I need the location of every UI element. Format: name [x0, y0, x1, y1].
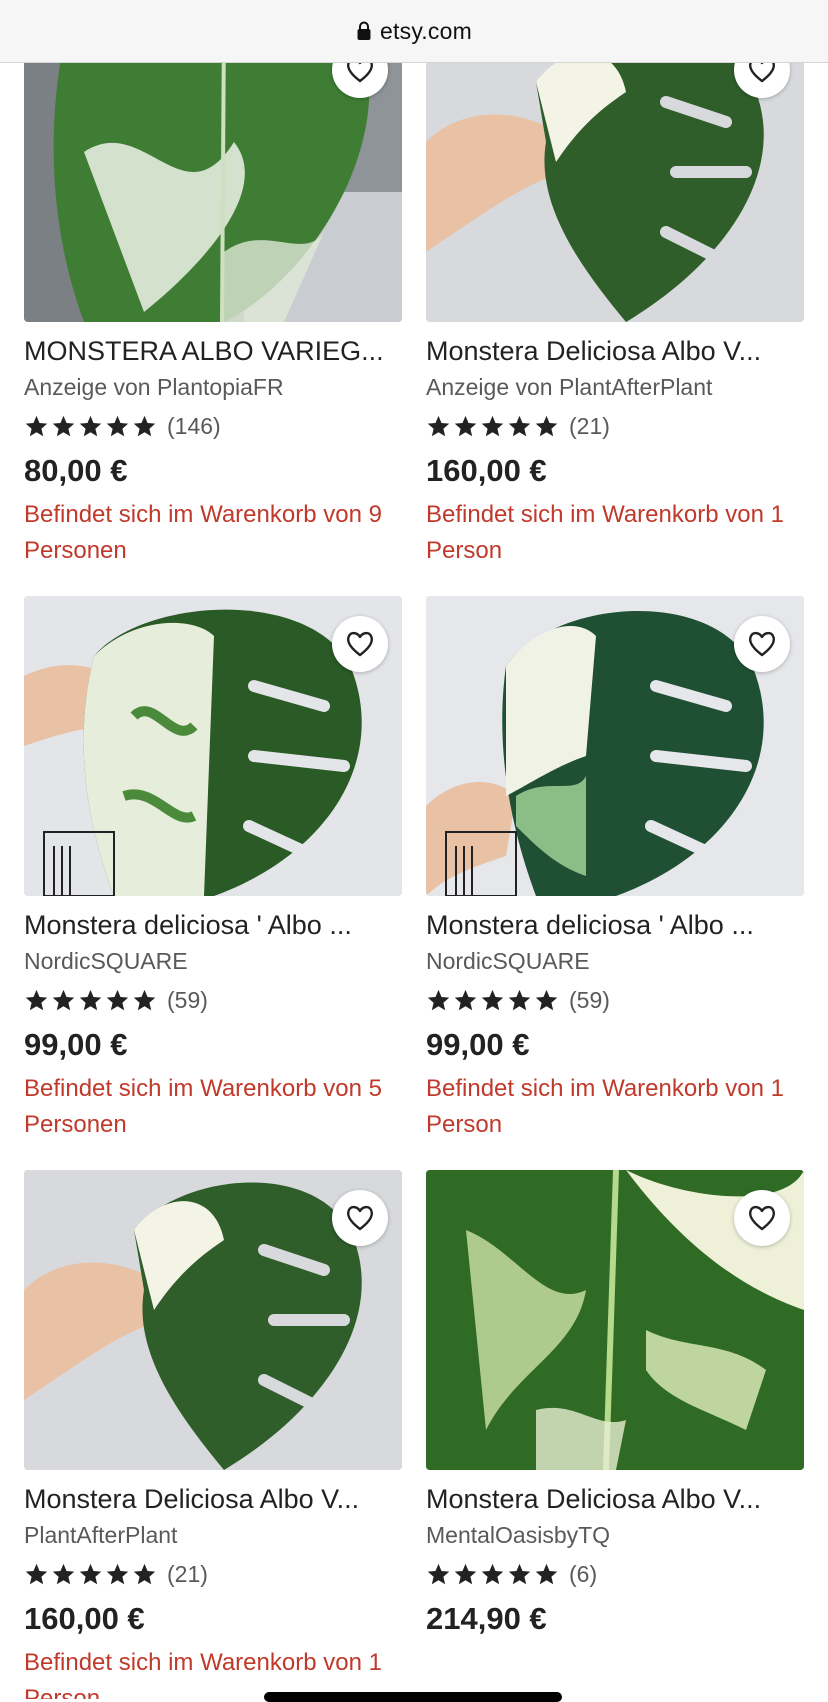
listing-grid: MONSTERA ALBO VARIEG... Anzeige von Plan… [0, 0, 828, 1699]
star-icon [106, 1563, 129, 1584]
star-icon [79, 989, 102, 1010]
star-icon [535, 1563, 558, 1584]
star-rating [426, 1562, 559, 1587]
favorite-button[interactable] [734, 1190, 790, 1246]
listing-card[interactable]: Monstera Deliciosa Albo V... Anzeige von… [426, 22, 804, 569]
shop-name[interactable]: NordicSQUARE [426, 945, 804, 977]
review-count: (146) [167, 412, 221, 439]
listing-price: 99,00 € [24, 1027, 128, 1062]
star-icon [535, 989, 558, 1010]
star-icon [52, 1563, 75, 1584]
star-icon [79, 415, 102, 436]
star-icon [106, 989, 129, 1010]
listing-image[interactable] [426, 22, 804, 322]
star-icon [508, 1563, 531, 1584]
star-icon [481, 1563, 504, 1584]
listing-card[interactable]: Monstera deliciosa ' Albo ... NordicSQUA… [24, 596, 402, 1143]
shop-name[interactable]: NordicSQUARE [24, 945, 402, 977]
listing-card[interactable]: Monstera deliciosa ' Albo ... NordicSQUA… [426, 596, 804, 1143]
star-icon [481, 415, 504, 436]
star-icon [133, 1563, 156, 1584]
listing-title[interactable]: Monstera deliciosa ' Albo ... [426, 908, 804, 942]
listing-title[interactable]: Monstera Deliciosa Albo V... [24, 1482, 402, 1516]
cart-notice: Befindet sich im Warenkorb von 1 Person [426, 1075, 784, 1138]
review-count: (59) [569, 986, 610, 1013]
favorite-button[interactable] [332, 1190, 388, 1246]
heart-icon [748, 631, 776, 657]
star-icon [106, 415, 129, 436]
rating: (59) [426, 981, 804, 1019]
listing-card[interactable]: Monstera Deliciosa Albo V... PlantAfterP… [24, 1170, 402, 1699]
star-icon [508, 415, 531, 436]
rating: (21) [24, 1555, 402, 1593]
listing-image[interactable] [24, 596, 402, 896]
star-rating [24, 1562, 157, 1587]
home-indicator[interactable] [264, 1692, 562, 1702]
star-rating [24, 414, 157, 439]
review-count: (59) [167, 986, 208, 1013]
star-rating [426, 988, 559, 1013]
listing-title[interactable]: MONSTERA ALBO VARIEG... [24, 334, 402, 368]
star-icon [133, 415, 156, 436]
review-count: (21) [167, 1560, 208, 1587]
shop-name[interactable]: PlantAfterPlant [24, 1519, 402, 1551]
review-count: (21) [569, 412, 610, 439]
star-icon [454, 989, 477, 1010]
favorite-button[interactable] [734, 616, 790, 672]
listing-price: 160,00 € [426, 453, 547, 488]
rating: (21) [426, 407, 804, 445]
listing-image[interactable] [426, 596, 804, 896]
listing-image[interactable] [24, 1170, 402, 1470]
heart-icon [346, 1205, 374, 1231]
star-icon [52, 989, 75, 1010]
star-rating [426, 414, 559, 439]
shop-name[interactable]: MentalOasisbyTQ [426, 1519, 804, 1551]
listing-price: 80,00 € [24, 453, 128, 488]
star-icon [133, 989, 156, 1010]
star-icon [454, 415, 477, 436]
cart-notice: Befindet sich im Warenkorb von 5 Persone… [24, 1075, 382, 1138]
listing-image[interactable] [426, 1170, 804, 1470]
shop-name[interactable]: Anzeige von PlantAfterPlant [426, 371, 804, 403]
star-icon [25, 1563, 48, 1584]
star-icon [25, 989, 48, 1010]
listing-price: 160,00 € [24, 1601, 145, 1636]
star-icon [427, 989, 450, 1010]
star-icon [79, 1563, 102, 1584]
rating: (146) [24, 407, 402, 445]
cart-notice: Befindet sich im Warenkorb von 1 Person [24, 1649, 382, 1699]
listing-title[interactable]: Monstera deliciosa ' Albo ... [24, 908, 402, 942]
star-rating [24, 988, 157, 1013]
star-icon [25, 415, 48, 436]
star-icon [508, 989, 531, 1010]
listing-image[interactable] [24, 22, 402, 322]
url-domain: etsy.com [380, 17, 472, 44]
shop-name[interactable]: Anzeige von PlantopiaFR [24, 371, 402, 403]
star-icon [52, 415, 75, 436]
cart-notice: Befindet sich im Warenkorb von 1 Person [426, 501, 784, 564]
star-icon [427, 1563, 450, 1584]
star-icon [481, 989, 504, 1010]
listing-title[interactable]: Monstera Deliciosa Albo V... [426, 334, 804, 368]
listing-price: 99,00 € [426, 1027, 530, 1062]
rating: (59) [24, 981, 402, 1019]
favorite-button[interactable] [332, 616, 388, 672]
star-icon [535, 415, 558, 436]
listing-card[interactable]: Monstera Deliciosa Albo V... MentalOasis… [426, 1170, 804, 1645]
listing-price: 214,90 € [426, 1601, 547, 1636]
heart-icon [748, 1205, 776, 1231]
cart-notice: Befindet sich im Warenkorb von 9 Persone… [24, 501, 382, 564]
star-icon [427, 415, 450, 436]
listing-card[interactable]: MONSTERA ALBO VARIEG... Anzeige von Plan… [24, 22, 402, 569]
heart-icon [346, 631, 374, 657]
star-icon [454, 1563, 477, 1584]
review-count: (6) [569, 1560, 598, 1587]
listing-title[interactable]: Monstera Deliciosa Albo V... [426, 1482, 804, 1516]
lock-icon [356, 21, 372, 41]
browser-url-bar[interactable]: etsy.com [0, 0, 828, 63]
rating: (6) [426, 1555, 804, 1593]
